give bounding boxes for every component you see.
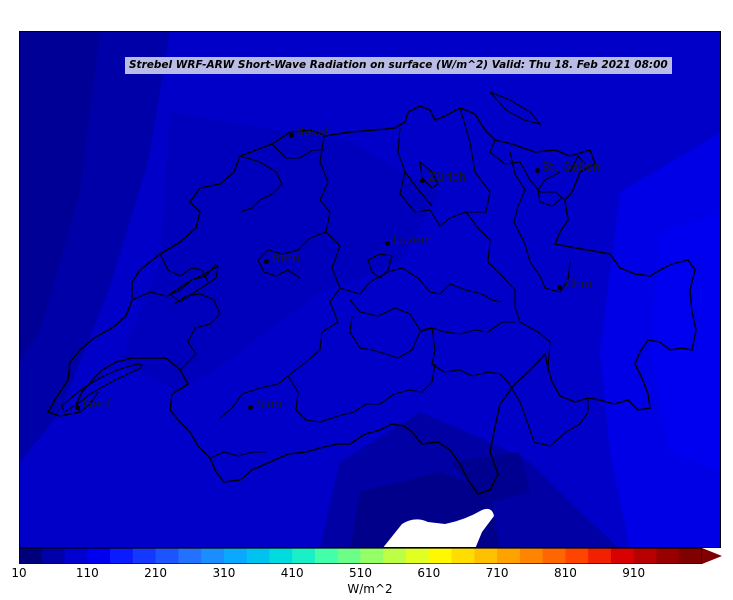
colorbar-tick-label: 510 [349,566,372,580]
map-svg [20,32,720,547]
st-gallen-marker [535,168,540,173]
colorbar-tick-label: 310 [212,566,236,580]
luzern-marker [385,241,390,246]
city-label-genf: Genf [83,397,112,411]
colorbar-segment [178,548,202,564]
colorbar-segment [269,548,293,564]
city-label-basel: Basel [296,125,329,139]
colorbar-segment [542,548,566,564]
colorbar-segment [428,548,453,564]
colorbar-segment [41,548,66,564]
city-label-st-gallen: St. Gallen [542,160,601,174]
colorbar-segment [87,548,111,564]
colorbar-segment [132,548,157,564]
colorbar-segment [360,548,384,564]
colorbar-segment [246,548,270,564]
colorbar-segment [383,548,407,564]
chur-marker [557,285,562,290]
colorbar-segment [588,548,612,564]
genf-marker [75,405,80,410]
colorbar-segment [292,548,316,564]
colorbar-segment [610,548,635,564]
colorbar-tick-label: 110 [75,566,99,580]
colorbar-tick-label: 210 [144,566,168,580]
colorbar-tick-label: 410 [280,566,304,580]
city-label-sion: Sion [256,397,282,411]
colorbar-segment [565,548,589,564]
radiation-map [19,31,721,548]
city-label-chur: Chur [565,277,594,291]
colorbar-extend-arrow [702,548,722,564]
zurich-marker [420,178,425,183]
colorbar-segment [64,548,88,564]
basel-marker [289,133,294,138]
colorbar-segment [633,548,657,564]
colorbar-segment [337,548,361,564]
colorbar-segment [679,548,703,564]
map-title: Strebel WRF-ARW Short-Wave Radiation on … [125,57,672,74]
colorbar-segment [155,548,179,564]
colorbar-segment [406,548,430,564]
colorbar-segment [656,548,680,564]
colorbar-segment [519,548,544,564]
colorbar-tick-label: 710 [485,566,509,580]
city-label-luzern: Luzern [393,233,434,247]
colorbar-tick-label: 10 [11,566,27,580]
colorbar-segment [223,548,248,564]
colorbar [19,548,722,564]
city-label-zurich: Zürich [428,170,467,184]
sion-marker [248,405,253,410]
colorbar-segment [110,548,134,564]
colorbar-unit-label: W/m^2 [347,582,393,596]
colorbar-tick-label: 610 [417,566,441,580]
bern-marker [264,259,269,264]
colorbar-segment [19,548,43,564]
colorbar-segment [314,548,339,564]
colorbar-segment [497,548,521,564]
colorbar-segment [474,548,498,564]
colorbar-segment [451,548,475,564]
colorbar-segment [201,548,225,564]
colorbar-tick-label: 910 [622,566,646,580]
city-label-bern: Bern [272,251,300,265]
colorbar-tick-label: 810 [553,566,577,580]
